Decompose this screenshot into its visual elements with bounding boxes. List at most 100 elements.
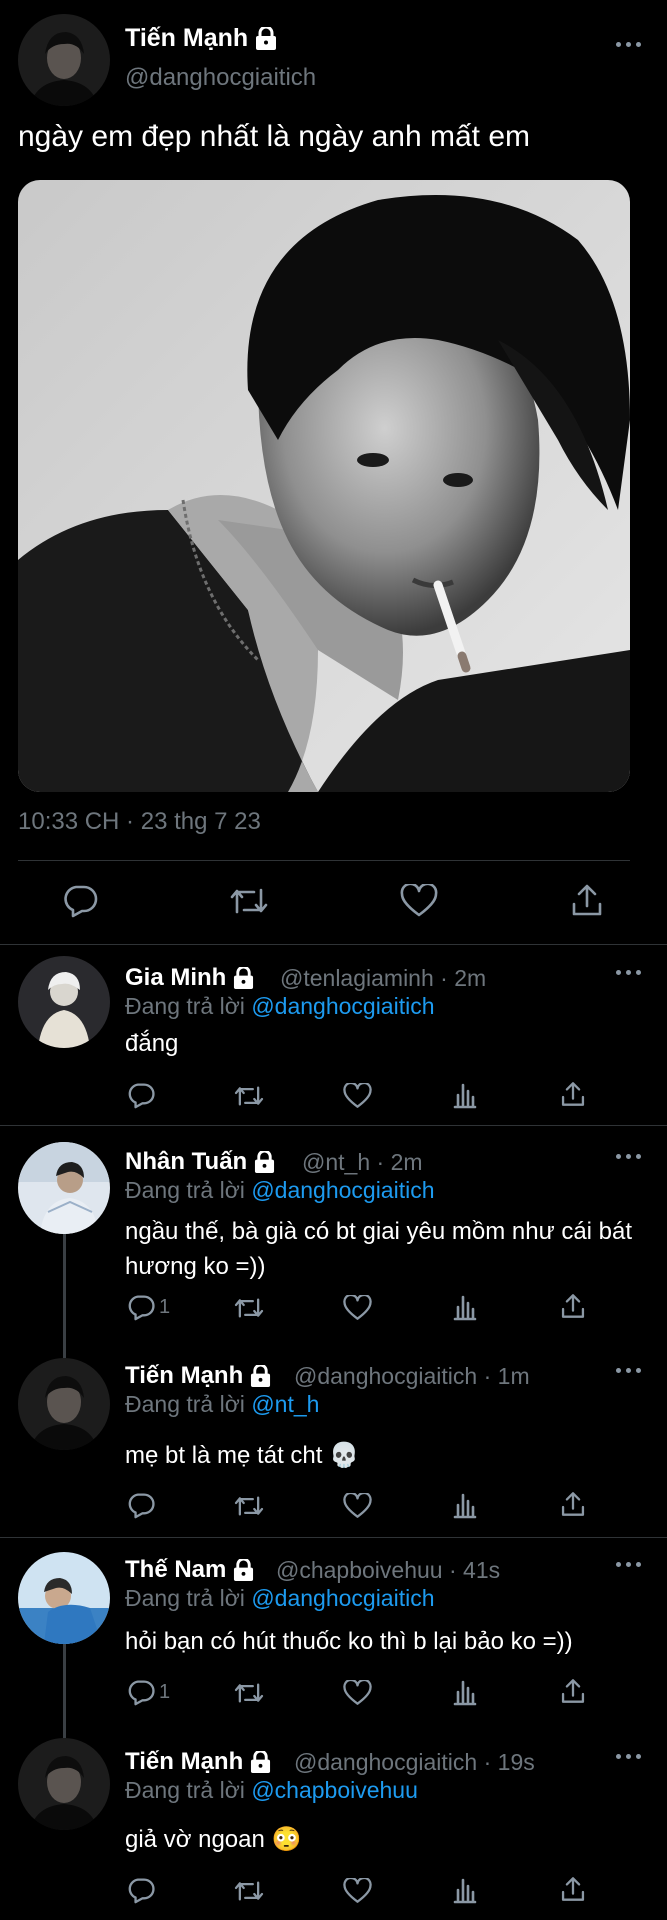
reply-time[interactable]: 41s — [463, 1557, 500, 1583]
reply-meta: @danghocgiaitich · 1m — [294, 1363, 530, 1390]
reply-icon[interactable] — [127, 1877, 159, 1904]
reply-handle[interactable]: @danghocgiaitich — [294, 1749, 477, 1775]
reply-handle[interactable]: @tenlagiaminh — [280, 965, 434, 991]
dot-separator: · — [448, 1557, 457, 1583]
lock-icon — [255, 27, 277, 51]
reply-author-name-text: Tiến Mạnh — [125, 1748, 244, 1775]
more-options-icon[interactable] — [616, 1152, 644, 1162]
replying-label: Đang trả lời — [125, 1585, 245, 1611]
avatar[interactable] — [18, 1738, 110, 1830]
reply-time[interactable]: 2m — [391, 1149, 423, 1175]
reply-icon[interactable] — [127, 1492, 159, 1519]
like-icon[interactable] — [343, 1493, 372, 1519]
like-icon[interactable] — [400, 884, 438, 918]
reply-author-name[interactable]: Tiến Mạnh — [125, 1362, 271, 1390]
like-icon[interactable] — [343, 1680, 372, 1706]
author-name[interactable]: Tiến Mạnh — [125, 24, 277, 53]
reply-author-name-text: Thế Nam — [125, 1556, 227, 1583]
reply-author-name-text: Nhân Tuấn — [125, 1148, 248, 1175]
replying-to-link[interactable]: @chapboivehuu — [251, 1777, 418, 1803]
more-options-icon[interactable] — [616, 1366, 644, 1376]
replying-label: Đang trả lời — [125, 1777, 245, 1803]
retweet-icon[interactable] — [233, 1493, 265, 1519]
replying-to-link[interactable]: @danghocgiaitich — [251, 1177, 434, 1203]
replying-to-link[interactable]: @danghocgiaitich — [251, 1585, 434, 1611]
share-icon[interactable] — [570, 882, 604, 918]
reply-tweet[interactable]: Thế Nam @chapboivehuu · 41s Đang trả lời… — [0, 1538, 667, 1730]
reply-text: giả vờ ngoan 😳 — [125, 1826, 302, 1853]
share-icon[interactable] — [560, 1490, 586, 1518]
replying-to: Đang trả lời @danghocgiaitich — [125, 1585, 435, 1612]
author-handle[interactable]: @danghocgiaitich — [125, 64, 316, 92]
thread-line — [63, 1322, 66, 1358]
avatar[interactable] — [18, 956, 110, 1048]
reply-meta: @tenlagiaminh · 2m — [280, 965, 486, 992]
replying-to: Đang trả lời @chapboivehuu — [125, 1777, 418, 1804]
analytics-icon[interactable] — [453, 1293, 477, 1321]
reply-handle[interactable]: @nt_h — [302, 1149, 370, 1175]
reply-count: 1 — [159, 1681, 171, 1703]
reply-text: đắng — [125, 1030, 179, 1057]
reply-icon[interactable] — [127, 1082, 159, 1109]
reply-author-name[interactable]: Tiến Mạnh — [125, 1748, 271, 1776]
author-name-text: Tiến Mạnh — [125, 24, 249, 52]
reply-handle[interactable]: @danghocgiaitich — [294, 1363, 477, 1389]
replying-to-link[interactable]: @danghocgiaitich — [251, 993, 434, 1019]
analytics-icon[interactable] — [453, 1491, 477, 1519]
share-icon[interactable] — [560, 1677, 586, 1705]
reply-icon[interactable] — [62, 884, 98, 918]
reply-count: 1 — [159, 1296, 171, 1318]
share-icon[interactable] — [560, 1292, 586, 1320]
lock-icon — [250, 1751, 271, 1774]
reply-time[interactable]: 19s — [498, 1749, 535, 1775]
tweet-photo[interactable] — [18, 180, 630, 792]
author-avatar[interactable] — [18, 14, 110, 106]
reply-icon[interactable]: 1 — [127, 1294, 170, 1321]
thread-line — [63, 1644, 66, 1730]
retweet-icon[interactable] — [233, 1680, 265, 1706]
more-options-icon[interactable] — [616, 968, 644, 978]
more-options-icon[interactable] — [616, 1752, 644, 1762]
reply-icon[interactable]: 1 — [127, 1679, 170, 1706]
share-icon[interactable] — [560, 1080, 586, 1108]
reply-author-name[interactable]: Thế Nam — [125, 1556, 254, 1584]
reply-time[interactable]: 1m — [498, 1363, 530, 1389]
retweet-icon[interactable] — [233, 1295, 265, 1321]
analytics-icon[interactable] — [453, 1678, 477, 1706]
replying-to-link[interactable]: @nt_h — [251, 1391, 319, 1417]
reply-meta: @nt_h · 2m — [302, 1149, 423, 1176]
divider — [0, 944, 667, 945]
tweet-text: ngày em đẹp nhất là ngày anh mất em — [18, 120, 530, 153]
analytics-icon[interactable] — [453, 1876, 477, 1904]
reply-text: hỏi bạn có hút thuốc ko thì b lại bảo ko… — [125, 1628, 573, 1655]
main-tweet: Tiến Mạnh @danghocgiaitich ngày em đẹp n… — [0, 0, 667, 946]
reply-author-name[interactable]: Gia Minh — [125, 964, 254, 992]
more-options-icon[interactable] — [616, 40, 644, 50]
reply-tweet[interactable]: Tiến Mạnh @danghocgiaitich · 1m Đang trả… — [0, 1322, 667, 1538]
reply-tweet[interactable]: Nhân Tuấn @nt_h · 2m Đang trả lời @dangh… — [0, 1126, 667, 1324]
reply-handle[interactable]: @chapboivehuu — [276, 1557, 443, 1583]
like-icon[interactable] — [343, 1295, 372, 1321]
retweet-icon[interactable] — [228, 884, 270, 918]
more-options-icon[interactable] — [616, 1560, 644, 1570]
tweet-timestamp[interactable]: 10:33 CH · 23 thg 7 23 — [18, 808, 261, 836]
divider — [18, 860, 630, 861]
reply-meta: @danghocgiaitich · 19s — [294, 1749, 535, 1776]
replying-label: Đang trả lời — [125, 1177, 245, 1203]
reply-time[interactable]: 2m — [454, 965, 486, 991]
like-icon[interactable] — [343, 1878, 372, 1904]
avatar[interactable] — [18, 1552, 110, 1644]
reply-tweet[interactable]: Gia Minh @tenlagiaminh · 2m Đang trả lời… — [0, 946, 667, 1126]
share-icon[interactable] — [560, 1875, 586, 1903]
like-icon[interactable] — [343, 1083, 372, 1109]
tweet-action-bar — [0, 862, 667, 942]
reply-tweet[interactable]: Tiến Mạnh @danghocgiaitich · 19s Đang tr… — [0, 1728, 667, 1920]
replying-to: Đang trả lời @danghocgiaitich — [125, 1177, 435, 1204]
retweet-icon[interactable] — [233, 1083, 265, 1109]
avatar[interactable] — [18, 1142, 110, 1234]
retweet-icon[interactable] — [233, 1878, 265, 1904]
analytics-icon[interactable] — [453, 1081, 477, 1109]
lock-icon — [250, 1365, 271, 1388]
reply-author-name[interactable]: Nhân Tuấn — [125, 1148, 275, 1176]
avatar[interactable] — [18, 1358, 110, 1450]
